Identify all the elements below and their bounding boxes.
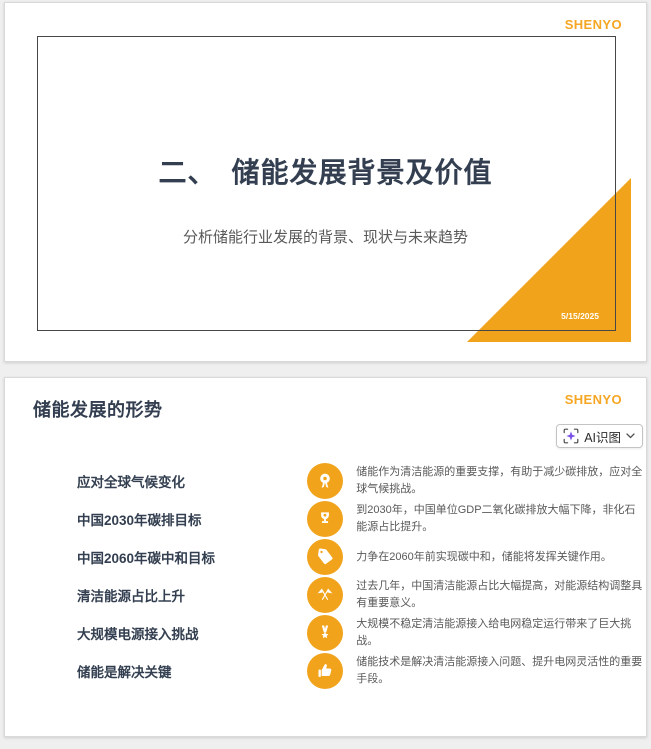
page-title: 储能发展的形势 <box>33 400 163 420</box>
brand-logo: SHENYO <box>564 17 622 32</box>
feature-label: 中国2060年碳中和目标 <box>77 551 216 566</box>
feature-row: 应对全球气候变化 储能作为清洁能源的重要支撑，有助于减少碳排放，应对全球气候挑战… <box>5 462 646 500</box>
corner-triangle-decoration <box>467 178 631 342</box>
feature-description: 到2030年，中国单位GDP二氧化碳排放大幅下降，非化石能源占比提升。 <box>356 504 636 533</box>
feature-label: 清洁能源占比上升 <box>77 589 185 604</box>
feature-label: 大规模电源接入挑战 <box>77 627 199 642</box>
thumbs-up-icon <box>307 653 344 689</box>
slide-title: 二、 储能发展背景及价值 <box>158 157 493 188</box>
feature-label: 储能是解决关键 <box>77 665 172 680</box>
feature-label: 应对全球气候变化 <box>77 475 185 490</box>
feature-description: 力争在2060年前实现碳中和，储能将发挥关键作用。 <box>356 550 612 563</box>
feature-row: 中国2030年碳排目标 到2030年，中国单位GDP二氧化碳排放大幅下降，非化石… <box>5 500 646 538</box>
feature-row: 大规模电源接入挑战 大规模不稳定清洁能源接入给电网稳定运行带来了巨大挑战。 <box>5 614 646 652</box>
award-ribbon-icon <box>307 463 344 499</box>
feature-row: 清洁能源占比上升 过去几年，中国清洁能源占比大幅提高，对能源结构调整具有重要意义… <box>5 576 646 614</box>
medal-star-icon <box>307 615 344 651</box>
trophy-icon <box>307 501 344 537</box>
feature-description: 大规模不稳定清洁能源接入给电网稳定运行带来了巨大挑战。 <box>356 618 632 647</box>
ai-button-label: AI识图 <box>584 430 621 445</box>
slide-subtitle: 分析储能行业发展的背景、现状与未来趋势 <box>182 229 468 246</box>
feature-label: 中国2030年碳排目标 <box>77 513 202 528</box>
feature-description: 储能作为清洁能源的重要支撑，有助于减少碳排放，应对全球气候挑战。 <box>356 466 643 495</box>
feature-row: 储能是解决关键 储能技术是解决清洁能源接入问题、提升电网灵活性的重要手段。 <box>5 652 646 690</box>
slide-2-card: SHENYO 储能发展的形势 AI识图 应对全球气候变化 储能作为清洁能源的重要… <box>4 377 647 737</box>
brand-logo: SHENYO <box>564 392 622 407</box>
chevron-down-icon <box>626 433 635 439</box>
crossed-flags-icon <box>307 577 344 613</box>
feature-description: 储能技术是解决清洁能源接入问题、提升电网灵活性的重要手段。 <box>356 656 643 685</box>
slide-1-card: SHENYO 二、 储能发展背景及价值 分析储能行业发展的背景、现状与未来趋势 … <box>4 2 647 362</box>
feature-row: 中国2060年碳中和目标 力争在2060年前实现碳中和，储能将发挥关键作用。 <box>5 538 646 576</box>
tag-icon <box>307 539 344 575</box>
slide-date: 5/15/2025 <box>561 311 599 321</box>
scan-sparkle-icon <box>563 428 579 444</box>
ai-recognize-button[interactable]: AI识图 <box>556 424 643 448</box>
feature-description: 过去几年，中国清洁能源占比大幅提高，对能源结构调整具有重要意义。 <box>356 580 643 609</box>
feature-list: 应对全球气候变化 储能作为清洁能源的重要支撑，有助于减少碳排放，应对全球气候挑战… <box>5 462 646 690</box>
